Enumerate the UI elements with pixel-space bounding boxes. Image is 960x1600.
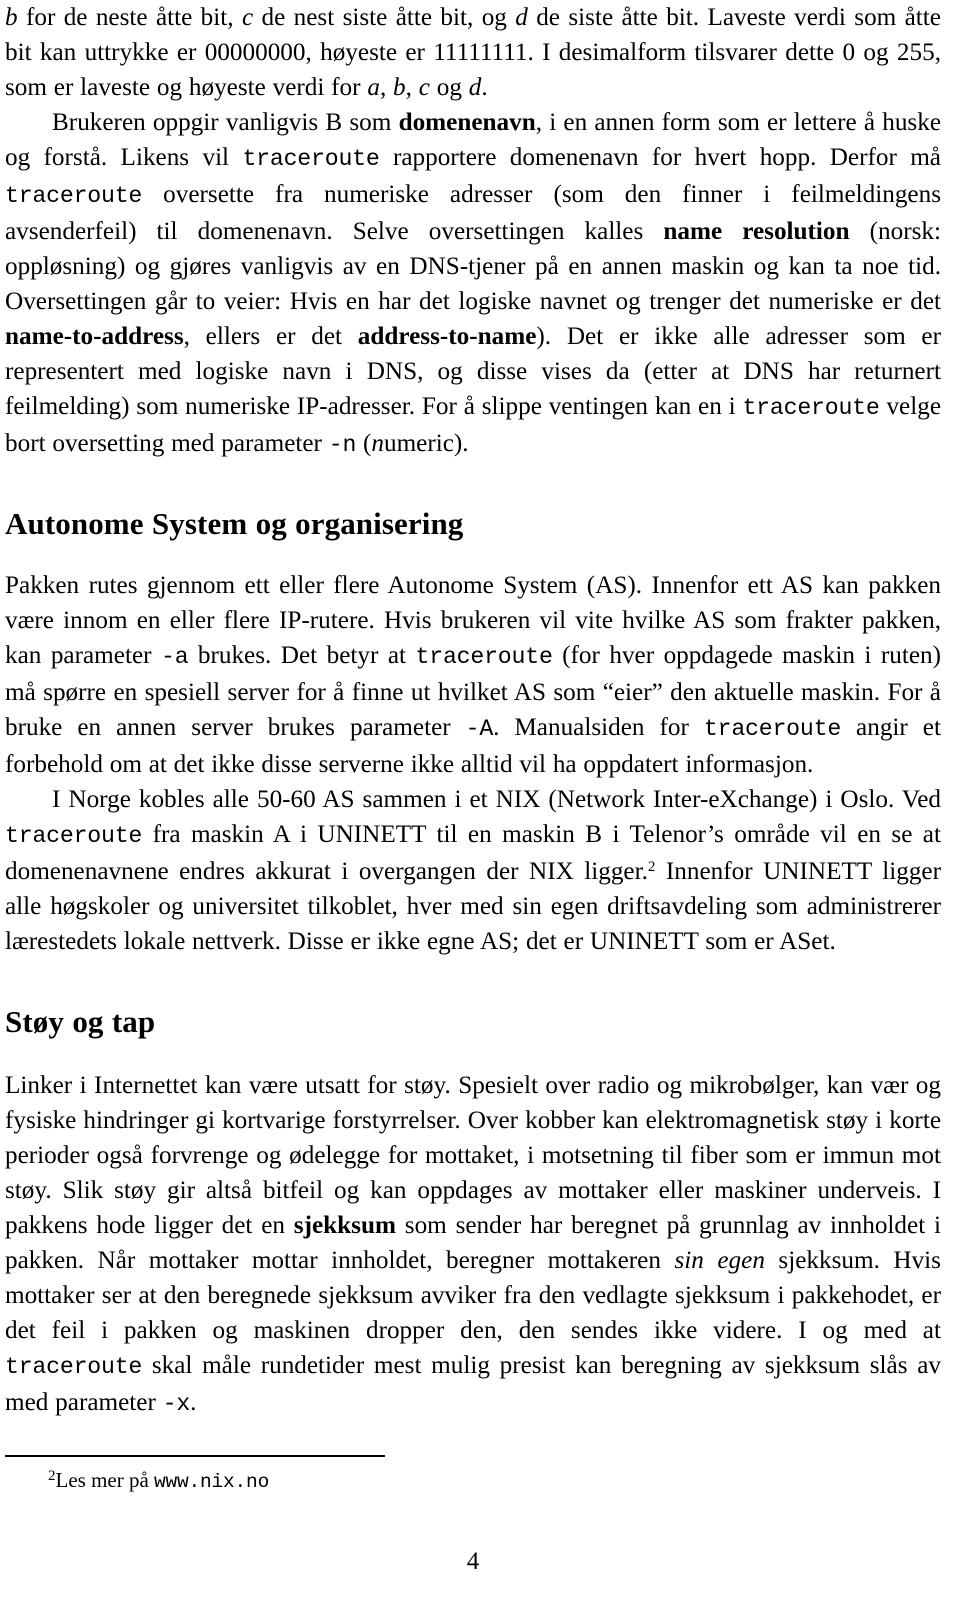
document-page: b for de neste åtte bit, c de nest siste…: [5, 0, 941, 1600]
code-term: -x: [162, 1391, 191, 1418]
text-run: , ellers er det: [183, 323, 358, 350]
code-term: traceroute: [242, 146, 380, 172]
paragraph-noise-and-checksum: Linker i Internettet kan være utsatt for…: [5, 1068, 941, 1422]
text-run: (: [356, 430, 372, 457]
text-run: .: [481, 74, 488, 101]
text-run: rapportere domenenavn for hvert hopp. De…: [379, 144, 941, 171]
text-run: I Norge kobles alle 50-60 AS sammen i et…: [52, 786, 941, 814]
body-column: b for de neste åtte bit, c de nest siste…: [5, 0, 941, 1422]
text-run: . Manualsiden for: [493, 714, 704, 742]
emphasis-italic-term: d: [468, 74, 482, 101]
emphasis-italic-term: b: [393, 74, 406, 101]
footnote-label: Les mer på: [55, 1468, 155, 1492]
spacer-after-autonome-heading: [5, 541, 941, 568]
paragraph-autonomous-systems: Pakken rutes gjennom ett eller flere Aut…: [5, 568, 941, 782]
emphasis-italic-term: a: [367, 74, 380, 101]
code-term: -A: [465, 716, 494, 743]
emphasis-italic-term: c: [241, 4, 254, 31]
footnote-separator-rule: [5, 1455, 385, 1457]
emphasis-bold-term: name-to-address: [5, 323, 184, 350]
spacer-before-autonome-heading: [5, 463, 941, 507]
spacer-after-stoy-heading: [5, 1039, 941, 1068]
text-run: for de neste åtte bit,: [17, 4, 242, 31]
text-run: ,: [405, 74, 419, 101]
emphasis-bold-term: sjekksum: [293, 1212, 396, 1240]
code-term: traceroute: [703, 716, 842, 743]
text-run: brukes. Det betyr at: [188, 642, 416, 670]
text-run: de nest siste åtte bit, og: [253, 4, 516, 31]
spacer-before-stoy-heading: [5, 959, 941, 1005]
text-run: Brukeren oppgir vanligvis B som: [52, 109, 399, 136]
page-number: 4: [466, 1548, 480, 1575]
code-term: -n: [328, 432, 357, 458]
text-run: .: [190, 1389, 197, 1417]
emphasis-italic-term: d: [515, 4, 528, 31]
emphasis-italic-term: c: [418, 74, 430, 101]
emphasis-bold-term: domenenavn: [398, 109, 536, 136]
footnote-entry: 2Les mer på www.nix.no: [5, 1466, 941, 1495]
code-term: -a: [160, 644, 189, 671]
emphasis-italic-term: b: [5, 4, 18, 31]
text-run: ,: [379, 74, 394, 101]
code-term: traceroute: [415, 644, 553, 671]
footnote-marker: 2: [48, 1468, 56, 1484]
paragraph-norwegian-nix: I Norge kobles alle 50-60 AS sammen i et…: [5, 782, 941, 959]
footnote-url: www.nix.no: [154, 1471, 270, 1493]
paragraph-domain-name-resolution: Brukeren oppgir vanligvis B som domenena…: [5, 105, 941, 463]
code-term: traceroute: [5, 1354, 143, 1381]
heading-autonome-system-og-organisering: Autonome System og organisering: [5, 506, 464, 541]
emphasis-italic-term: n: [371, 430, 384, 457]
emphasis-bold-term: name resolution: [663, 218, 850, 245]
text-run: skal måle rundetider mest mulig presist …: [5, 1352, 941, 1417]
text-run: umeric).: [383, 430, 469, 457]
emphasis-italic-term: sin egen: [674, 1247, 765, 1275]
emphasis-bold-term: address-to-name: [357, 323, 537, 350]
text-run: og: [429, 74, 469, 101]
footnote-area: 2Les mer på www.nix.no: [5, 1455, 941, 1495]
code-term: traceroute: [5, 823, 143, 850]
code-term: traceroute: [5, 183, 143, 209]
heading-stoy-og-tap: Støy og tap: [5, 1004, 156, 1040]
paragraph-ip-address-octets: b for de neste åtte bit, c de nest siste…: [5, 0, 941, 105]
code-term: traceroute: [742, 395, 880, 421]
